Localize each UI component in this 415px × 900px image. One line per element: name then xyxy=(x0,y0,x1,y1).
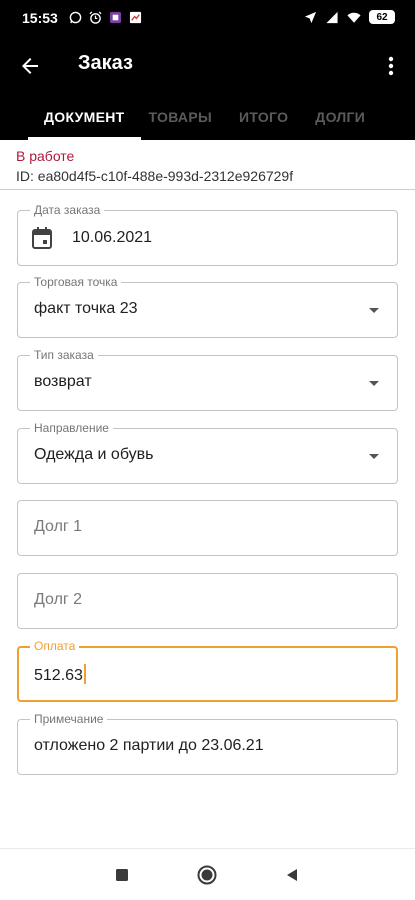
payment-value-wrap: 512.63 xyxy=(34,664,86,685)
payment-value: 512.63 xyxy=(34,667,83,684)
home-button[interactable] xyxy=(197,865,217,885)
outlet-label: Торговая точка xyxy=(30,274,122,290)
tab-active-indicator xyxy=(28,137,141,140)
direction-value: Одежда и обувь xyxy=(34,446,154,463)
app-notification-icon xyxy=(108,10,122,24)
app-bar: Заказ xyxy=(0,38,415,94)
payment-input[interactable]: Оплата 512.63 xyxy=(17,638,398,702)
tab-goods[interactable]: ТОВАРЫ xyxy=(149,94,212,140)
calendar-icon xyxy=(32,227,52,249)
system-navigation-bar xyxy=(0,848,415,900)
arrow-back-icon xyxy=(22,58,38,74)
dropdown-arrow-icon xyxy=(369,308,379,313)
order-date-value: 10.06.2021 xyxy=(72,229,153,246)
tab-document[interactable]: ДОКУМЕНТ xyxy=(28,94,141,140)
overflow-menu-button[interactable] xyxy=(379,50,403,82)
outlet-select[interactable]: Торговая точка факт точка 23 xyxy=(17,274,398,338)
debt2-placeholder: Долг 2 xyxy=(34,591,83,608)
alarm-icon xyxy=(88,10,102,24)
tab-debts[interactable]: ДОЛГИ xyxy=(315,94,365,140)
document-id: ID: ea80d4f5-c10f-488e-993d-2312e926729f xyxy=(16,168,294,184)
order-date-label: Дата заказа xyxy=(30,202,105,218)
location-arrow-icon xyxy=(303,10,317,24)
text-cursor xyxy=(83,664,86,684)
note-value: отложено 2 партии до 23.06.21 xyxy=(34,737,264,754)
direction-select[interactable]: Направление Одежда и обувь xyxy=(17,420,398,484)
order-date-field[interactable]: Дата заказа 10.06.2021 xyxy=(17,202,398,266)
outlet-value: факт точка 23 xyxy=(34,300,138,317)
system-icons: 62 xyxy=(303,10,395,24)
tab-debts-label: ДОЛГИ xyxy=(315,109,366,125)
dropdown-arrow-icon xyxy=(369,454,379,459)
dropdown-arrow-icon xyxy=(369,381,379,386)
signal-icon xyxy=(325,10,339,24)
note-label: Примечание xyxy=(30,711,108,727)
page-title: Заказ xyxy=(78,52,133,74)
divider xyxy=(0,189,415,190)
order-type-label: Тип заказа xyxy=(30,347,98,363)
status-time: 15:53 xyxy=(22,10,58,26)
system-back-button[interactable] xyxy=(282,865,302,885)
circle-icon xyxy=(197,865,217,885)
square-icon xyxy=(116,869,128,881)
tab-goods-label: ТОВАРЫ xyxy=(148,109,212,125)
debt1-placeholder: Долг 1 xyxy=(34,518,83,535)
order-type-value: возврат xyxy=(34,373,92,390)
triangle-back-icon xyxy=(287,869,297,881)
recents-button[interactable] xyxy=(112,865,132,885)
more-vert-icon xyxy=(388,56,394,76)
status-bar: 15:53 62 xyxy=(0,0,415,38)
debt1-input[interactable]: Долг 1 xyxy=(17,500,398,556)
gallery-icon xyxy=(128,10,142,24)
document-state: В работе xyxy=(16,148,75,164)
battery-icon: 62 xyxy=(369,10,395,24)
debt2-input[interactable]: Долг 2 xyxy=(17,573,398,629)
wifi-icon xyxy=(347,10,361,24)
payment-label: Оплата xyxy=(30,638,80,654)
back-button[interactable] xyxy=(14,50,46,82)
note-input[interactable]: Примечание отложено 2 партии до 23.06.21 xyxy=(17,711,398,775)
direction-label: Направление xyxy=(30,420,113,436)
tab-total[interactable]: ИТОГО xyxy=(239,94,288,140)
whatsapp-icon xyxy=(68,10,82,24)
notification-icons xyxy=(68,10,142,24)
order-type-select[interactable]: Тип заказа возврат xyxy=(17,347,398,411)
tab-document-label: ДОКУМЕНТ xyxy=(44,109,125,125)
tab-total-label: ИТОГО xyxy=(239,109,289,125)
tab-bar: ДОКУМЕНТ ТОВАРЫ ИТОГО ДОЛГИ xyxy=(0,94,415,140)
